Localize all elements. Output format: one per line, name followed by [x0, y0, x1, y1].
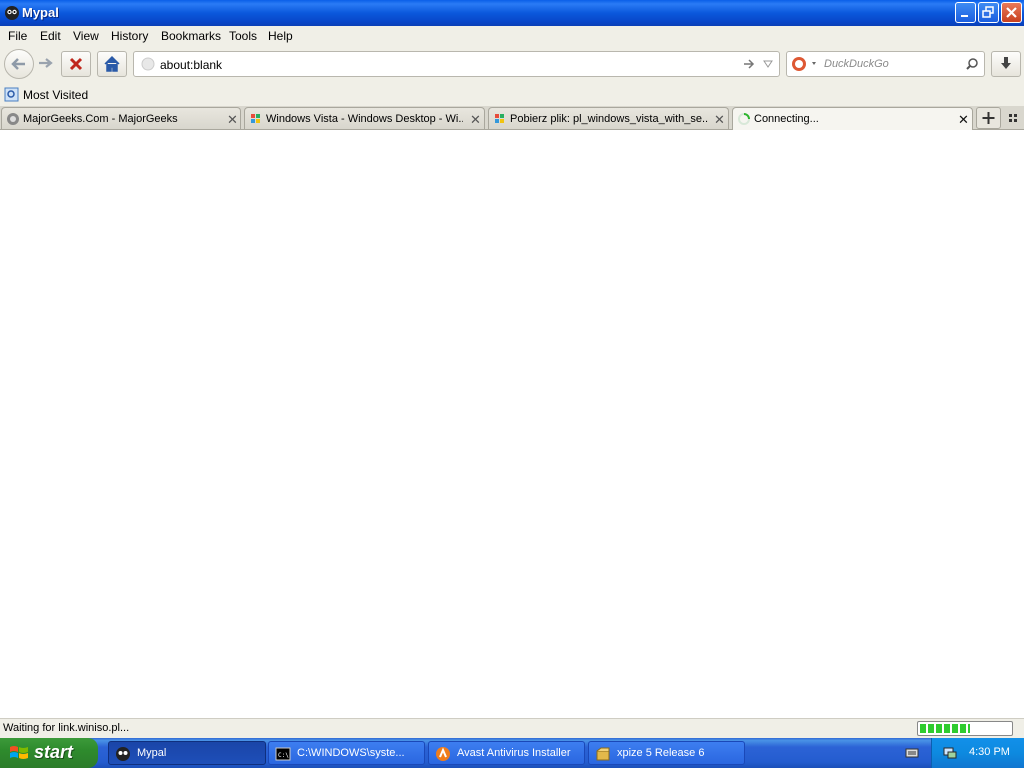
close-tab-icon[interactable]: ✕ — [958, 112, 969, 128]
menu-tools[interactable]: Tools — [229, 29, 257, 43]
most-visited-link[interactable]: Most Visited — [23, 88, 88, 102]
tab-label: Windows Vista - Windows Desktop - Wi... — [266, 113, 463, 125]
close-window-button[interactable] — [1001, 2, 1022, 23]
taskbar-item-label: xpize 5 Release 6 — [617, 747, 705, 759]
tab-connecting[interactable]: Connecting... ✕ — [732, 107, 973, 130]
network-icon[interactable] — [942, 745, 958, 761]
restore-icon — [982, 6, 994, 18]
taskbar-item-label: Mypal — [137, 747, 167, 759]
search-bar[interactable]: DuckDuckGo — [786, 51, 985, 77]
system-tray: 4:30 PM — [931, 738, 1024, 768]
menu-bar: File Edit View History Bookmarks Tools H… — [0, 26, 1024, 46]
progress-fill — [920, 724, 970, 733]
status-text: Waiting for link.winiso.pl... — [3, 722, 130, 734]
stop-button[interactable] — [61, 51, 91, 77]
bookmarks-toolbar: Most Visited — [0, 84, 1024, 106]
address-bar[interactable]: about:blank — [133, 51, 780, 77]
dropdown-icon[interactable] — [762, 58, 774, 70]
window-title: Mypal — [22, 5, 59, 20]
taskbar-item-mypal[interactable]: Mypal — [108, 741, 266, 765]
menu-help[interactable]: Help — [268, 29, 293, 43]
back-button[interactable] — [4, 49, 34, 79]
mypal-logo-icon — [116, 747, 130, 761]
taskbar-item-xpize[interactable]: xpize 5 Release 6 — [588, 741, 745, 765]
back-arrow-icon — [11, 58, 25, 70]
window-title-bar[interactable]: Mypal — [0, 0, 1024, 26]
home-button[interactable] — [97, 51, 127, 77]
address-value: about:blank — [160, 58, 223, 72]
downloads-button[interactable] — [991, 51, 1021, 77]
mypal-logo-icon — [5, 6, 19, 20]
navigation-toolbar: about:blank DuckDuckGo — [0, 46, 1024, 84]
start-label: start — [34, 742, 74, 762]
page-content[interactable] — [0, 130, 1024, 718]
list-all-tabs-button[interactable] — [1005, 110, 1021, 126]
go-arrow-icon[interactable] — [742, 57, 756, 71]
close-tab-icon[interactable]: ✕ — [714, 112, 725, 128]
forward-arrow-icon — [39, 58, 53, 68]
keyboard-icon[interactable] — [905, 747, 919, 759]
taskbar-item-label: Avast Antivirus Installer — [457, 747, 571, 759]
tab-label: MajorGeeks.Com - MajorGeeks — [23, 113, 178, 125]
close-tab-icon[interactable]: ✕ — [470, 112, 481, 128]
restore-button[interactable] — [978, 2, 999, 23]
menu-file[interactable]: File — [8, 29, 27, 43]
taskbar-item-avast[interactable]: Avast Antivirus Installer — [428, 741, 585, 765]
stop-icon — [69, 57, 83, 71]
tab-label: Connecting... — [754, 113, 819, 125]
close-icon — [1006, 7, 1017, 18]
taskbar-item-label: C:\WINDOWS\syste... — [297, 747, 405, 759]
menu-view[interactable]: View — [73, 29, 99, 43]
taskbar-item-cmd[interactable]: C:\ C:\WINDOWS\syste... — [268, 741, 425, 765]
windows-favicon-icon — [495, 114, 504, 123]
close-tab-icon[interactable]: ✕ — [227, 112, 238, 128]
minimize-icon — [961, 15, 968, 17]
new-tab-button[interactable] — [976, 107, 1001, 129]
clock: 4:30 PM — [969, 746, 1010, 758]
menu-bookmarks[interactable]: Bookmarks — [161, 29, 221, 43]
tab-majorgeeks[interactable]: MajorGeeks.Com - MajorGeeks ✕ — [1, 107, 241, 129]
windows-flag-icon — [10, 746, 28, 759]
majorgeeks-favicon-icon — [7, 113, 19, 125]
tab-label: Pobierz plik: pl_windows_vista_with_se..… — [510, 113, 708, 125]
page-load-progress — [917, 721, 1013, 736]
download-arrow-icon — [1001, 57, 1011, 69]
tab-pobierz-plik[interactable]: Pobierz plik: pl_windows_vista_with_se..… — [488, 107, 729, 129]
duckduckgo-engine-icon[interactable] — [791, 56, 819, 72]
page-globe-icon — [141, 57, 155, 71]
tab-strip: MajorGeeks.Com - MajorGeeks ✕ Windows Vi… — [0, 106, 1024, 130]
avast-icon — [436, 747, 450, 761]
loading-spinner-icon — [738, 113, 750, 125]
command-prompt-icon: C:\ — [275, 747, 291, 761]
search-icon[interactable] — [965, 57, 979, 71]
search-placeholder: DuckDuckGo — [824, 58, 889, 70]
minimize-button[interactable] — [955, 2, 976, 23]
forward-button[interactable] — [34, 51, 58, 77]
tab-grid-icon — [1009, 114, 1017, 122]
windows-favicon-icon — [251, 114, 260, 123]
home-icon — [104, 55, 120, 72]
svg-text:C:\: C:\ — [278, 752, 289, 759]
installer-box-icon — [596, 747, 610, 761]
tab-windows-vista[interactable]: Windows Vista - Windows Desktop - Wi... … — [244, 107, 485, 129]
taskbar: start Mypal C:\ C:\WINDOWS\syste... Avas… — [0, 738, 1024, 768]
menu-edit[interactable]: Edit — [40, 29, 61, 43]
status-bar: Waiting for link.winiso.pl... — [0, 718, 1024, 738]
start-button[interactable]: start — [0, 738, 98, 768]
menu-history[interactable]: History — [111, 29, 148, 43]
plus-icon — [982, 112, 995, 124]
most-visited-icon — [4, 87, 19, 102]
